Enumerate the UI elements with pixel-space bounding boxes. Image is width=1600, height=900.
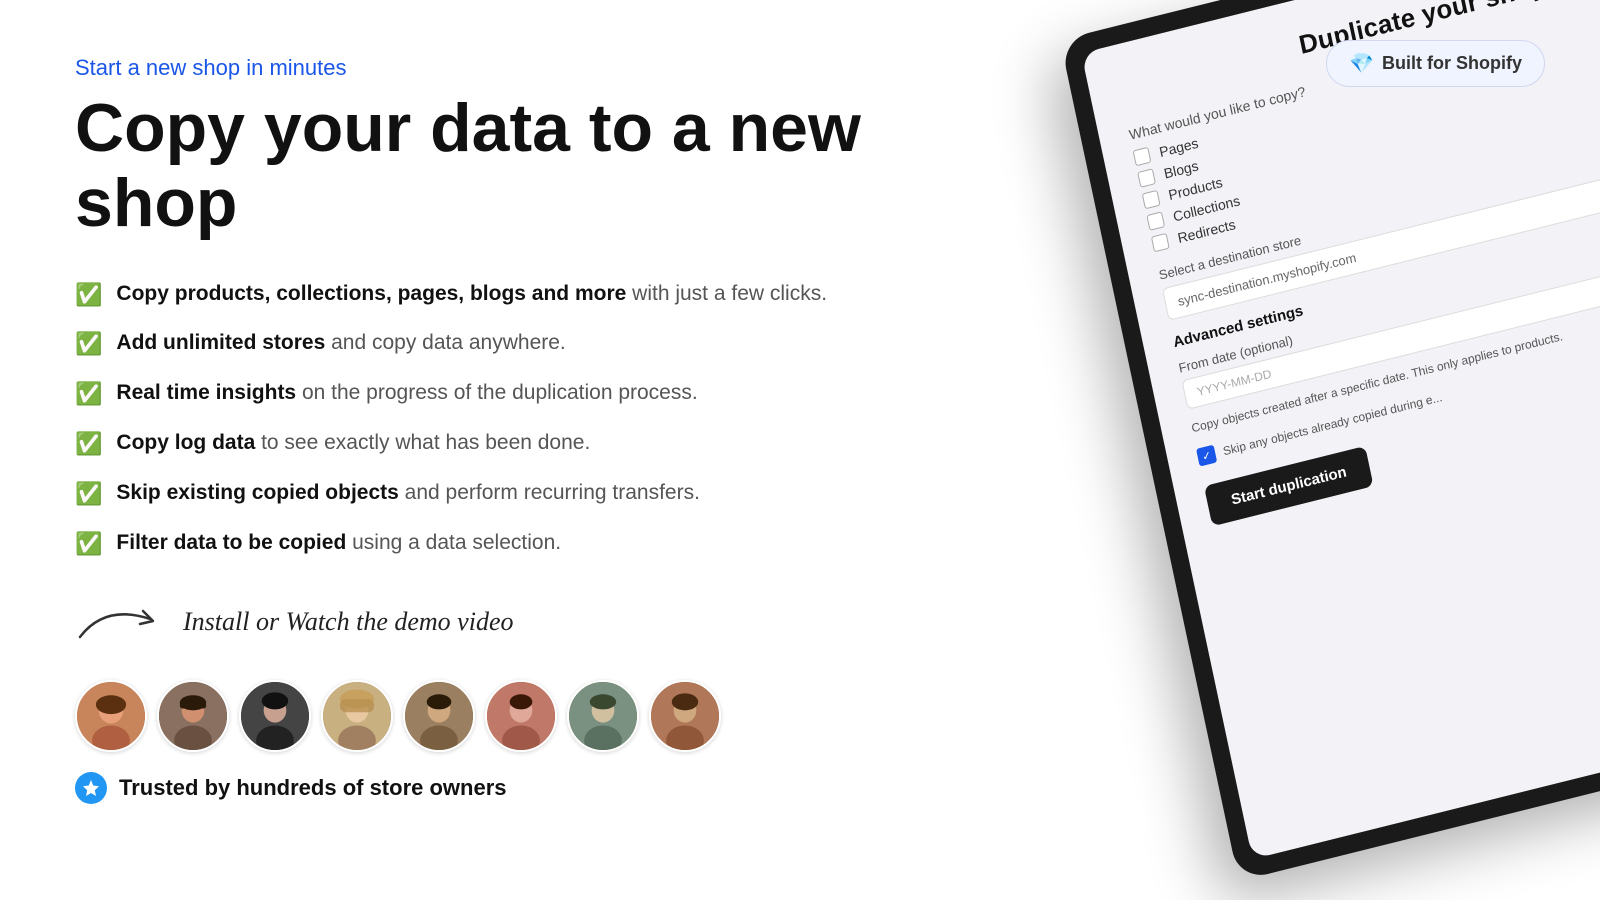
check-icon-6: ✅ — [75, 529, 102, 560]
feature-item: ✅ Skip existing copied objects and perfo… — [75, 478, 900, 510]
diamond-icon: 💎 — [1349, 51, 1374, 76]
avatar-3 — [239, 680, 311, 752]
feature-text-5: Skip existing copied objects and perform… — [116, 478, 700, 507]
avatar-6 — [485, 680, 557, 752]
avatar-4 — [321, 680, 393, 752]
avatar-7 — [567, 680, 639, 752]
checkbox-redirects-input[interactable] — [1151, 233, 1170, 253]
trusted-text: Trusted by hundreds of store owners — [119, 775, 507, 801]
feature-text-6: Filter data to be copied using a data se… — [116, 528, 561, 557]
demo-text[interactable]: Install or Watch the demo video — [183, 607, 513, 637]
arrow-icon — [75, 599, 165, 644]
check-icon-5: ✅ — [75, 479, 102, 510]
checkbox-pages-input[interactable] — [1133, 147, 1152, 167]
right-content: Duplicate your shop What would you like … — [960, 0, 1600, 900]
trusted-badge-icon — [75, 772, 107, 804]
avatars-row — [75, 680, 900, 752]
trusted-row: Trusted by hundreds of store owners — [75, 772, 900, 804]
demo-section: Install or Watch the demo video — [75, 599, 900, 644]
check-icon-1: ✅ — [75, 280, 102, 311]
avatar-8 — [649, 680, 721, 752]
check-icon-4: ✅ — [75, 429, 102, 460]
feature-text-4: Copy log data to see exactly what has be… — [116, 428, 590, 457]
feature-item: ✅ Add unlimited stores and copy data any… — [75, 328, 900, 360]
checkbox-products-input[interactable] — [1142, 190, 1161, 210]
shopify-badge-text: Built for Shopify — [1382, 53, 1522, 74]
feature-text-2: Add unlimited stores and copy data anywh… — [116, 328, 565, 357]
features-list: ✅ Copy products, collections, pages, blo… — [75, 279, 900, 560]
avatar-2 — [157, 680, 229, 752]
main-title: Copy your data to a new shop — [75, 91, 900, 241]
feature-item: ✅ Copy log data to see exactly what has … — [75, 428, 900, 460]
tagline: Start a new shop in minutes — [75, 55, 900, 81]
feature-item: ✅ Real time insights on the progress of … — [75, 378, 900, 410]
left-content: Start a new shop in minutes Copy your da… — [0, 0, 960, 900]
feature-item: ✅ Filter data to be copied using a data … — [75, 528, 900, 560]
tablet-inner: Duplicate your shop What would you like … — [1081, 0, 1600, 859]
checkbox-blogs-input[interactable] — [1137, 168, 1156, 188]
check-icon-3: ✅ — [75, 379, 102, 410]
tablet-wrapper: Duplicate your shop What would you like … — [1060, 0, 1600, 881]
shopify-badge: 💎 Built for Shopify — [1326, 40, 1545, 87]
tablet-outer: Duplicate your shop What would you like … — [1060, 0, 1600, 881]
checkbox-pages-label: Pages — [1158, 135, 1200, 160]
main-container: 💎 Built for Shopify Start a new shop in … — [0, 0, 1600, 900]
checkbox-collections-input[interactable] — [1146, 211, 1165, 231]
avatar-5 — [403, 680, 475, 752]
feature-text-1: Copy products, collections, pages, blogs… — [116, 279, 827, 308]
checkbox-blogs-label: Blogs — [1162, 157, 1199, 181]
feature-item: ✅ Copy products, collections, pages, blo… — [75, 279, 900, 311]
skip-checkbox-input[interactable]: ✓ — [1196, 445, 1217, 467]
avatar-1 — [75, 680, 147, 752]
check-icon-2: ✅ — [75, 329, 102, 360]
feature-text-3: Real time insights on the progress of th… — [116, 378, 697, 407]
